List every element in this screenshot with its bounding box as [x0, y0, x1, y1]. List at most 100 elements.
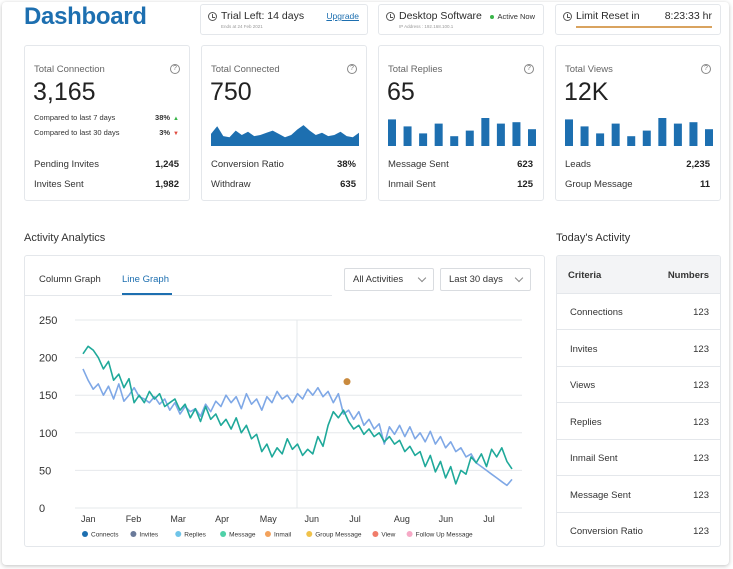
compare-value: 3% — [159, 128, 171, 137]
sparkline-bar — [528, 129, 536, 146]
upgrade-link[interactable]: Upgrade — [326, 11, 359, 21]
page-title: Dashboard — [24, 3, 147, 30]
tab-divider — [25, 295, 332, 296]
stat-card-total-replies: Total Replies ? 65 Message Sent 623 Inma… — [378, 45, 544, 201]
x-tick-label: Jul — [349, 514, 361, 524]
sparkline-bar — [419, 133, 428, 146]
todays-activity-table: Criteria Numbers Connections 123 Invites 1… — [556, 255, 721, 547]
chevron-down-icon — [417, 273, 427, 283]
tab-column-graph[interactable]: Column Graph — [39, 274, 101, 285]
stat-value: 12K — [564, 78, 609, 106]
limit-title: Limit Reset in — [576, 10, 640, 22]
legend-dot-icon — [306, 531, 313, 537]
activities-dropdown-value: All Activities — [353, 274, 404, 285]
status-badge: Active Now — [490, 12, 535, 21]
bar-sparkline — [565, 118, 713, 146]
stat-row-label: Inmail Sent — [388, 179, 436, 190]
row-number: 123 — [693, 307, 709, 318]
row-number: 123 — [693, 526, 709, 537]
compare-row-7-days: Compared to last 7 days 38% ▲ — [34, 113, 179, 122]
limit-card: Limit Reset in 8:23:33 hr — [555, 4, 721, 35]
activity-analytics-card: Column Graph Line Graph All Activities L… — [24, 255, 545, 547]
stat-row: Inmail Sent 125 — [388, 179, 533, 190]
period-dropdown[interactable]: Last 30 days — [440, 268, 531, 291]
row-criteria: Inmail Sent — [570, 453, 618, 464]
stat-row-value: 125 — [517, 179, 533, 190]
sparkline-bar — [496, 123, 505, 146]
legend-dot-icon — [372, 531, 379, 537]
chevron-down-icon — [514, 273, 524, 283]
row-criteria: Conversion Ratio — [570, 526, 643, 537]
stat-row: Message Sent 623 — [388, 159, 533, 170]
sparkline-bar — [403, 126, 412, 146]
x-tick-label: Jan — [81, 514, 96, 524]
y-tick-label: 50 — [39, 465, 51, 477]
clock-icon — [386, 12, 395, 21]
compare-row-30-days: Compared to last 30 days 3% ▼ — [34, 128, 179, 137]
trial-sub: Ends at 24 Feb 2021 — [221, 24, 263, 29]
sparkline-bar — [512, 122, 521, 146]
sparkline-bar — [658, 118, 667, 146]
sparkline-bar — [596, 133, 605, 146]
help-icon[interactable]: ? — [524, 64, 534, 74]
table-row: Connections 123 — [557, 294, 720, 330]
area-sparkline — [211, 125, 359, 146]
stat-row: Conversion Ratio 38% — [211, 159, 356, 170]
row-criteria: Views — [570, 380, 596, 391]
trial-card: Trial Left: 14 days Ends at 24 Feb 2021 … — [200, 4, 368, 35]
table-row: Views 123 — [557, 367, 720, 403]
row-criteria: Message Sent — [570, 490, 631, 501]
legend-dot-icon — [82, 531, 88, 537]
software-sub: IP Address : 192.168.100.1 — [399, 24, 454, 29]
stat-row-value: 38% — [336, 159, 356, 170]
stat-card-total-connected: Total Connected ? 750 Conversion Ratio 3… — [201, 45, 367, 201]
table-header: Criteria Numbers — [557, 256, 720, 294]
y-tick-label: 100 — [39, 428, 57, 440]
table-row: Message Sent 123 — [557, 477, 720, 513]
x-tick-label: May — [260, 514, 278, 524]
legend-label: Invites — [139, 532, 159, 539]
table-row: Inmail Sent 123 — [557, 440, 720, 476]
stat-row: Pending Invites 1,245 — [34, 159, 179, 170]
stat-row: Group Message 11 — [565, 179, 710, 190]
table-row: Replies 123 — [557, 404, 720, 440]
x-tick-label: Feb — [126, 514, 142, 524]
help-icon[interactable]: ? — [170, 64, 180, 74]
stat-row-value: 1,982 — [155, 179, 179, 190]
help-icon[interactable]: ? — [701, 64, 711, 74]
legend-label: Group Message — [315, 532, 362, 539]
x-tick-label: Mar — [170, 514, 186, 524]
activities-dropdown[interactable]: All Activities — [344, 268, 434, 291]
stat-row-value: 623 — [517, 159, 533, 170]
sparkline-bar — [450, 136, 459, 146]
stat-row-label: Pending Invites — [34, 159, 99, 170]
sparkline-bar — [627, 136, 636, 146]
legend-label: Connects — [91, 532, 119, 539]
compare-value: 38% — [155, 113, 171, 122]
limit-time: 8:23:33 hr — [664, 10, 712, 22]
line-chart: 0 50 100 150 200 250 Jan Feb Mar Apr May Jun Jul Aug J… — [39, 315, 522, 539]
software-title: Desktop Software — [399, 10, 482, 22]
row-number: 123 — [693, 453, 709, 464]
stat-row-value: 635 — [340, 179, 356, 190]
x-tick-label: Jul — [483, 514, 495, 524]
y-tick-label: 200 — [39, 353, 57, 365]
trend-up-icon: ▲ — [173, 116, 179, 122]
trial-title: Trial Left: 14 days — [221, 10, 305, 22]
tab-line-graph[interactable]: Line Graph — [122, 274, 169, 285]
limit-progress-bar — [576, 26, 712, 28]
x-tick-label: Aug — [394, 514, 410, 524]
help-icon[interactable]: ? — [347, 64, 357, 74]
row-number: 123 — [693, 490, 709, 501]
legend-label: Message — [229, 532, 256, 539]
header-criteria: Criteria — [568, 270, 602, 281]
stat-row-label: Invites Sent — [34, 179, 84, 190]
stat-row: Invites Sent 1,982 — [34, 179, 179, 190]
legend-dot-icon — [264, 531, 271, 537]
active-tab-indicator — [122, 293, 172, 295]
stat-row-value: 1,245 — [155, 159, 179, 170]
sparkline-bar — [705, 129, 713, 146]
y-tick-label: 0 — [39, 503, 45, 515]
y-tick-label: 250 — [39, 315, 57, 327]
legend-dot-icon — [175, 531, 182, 537]
